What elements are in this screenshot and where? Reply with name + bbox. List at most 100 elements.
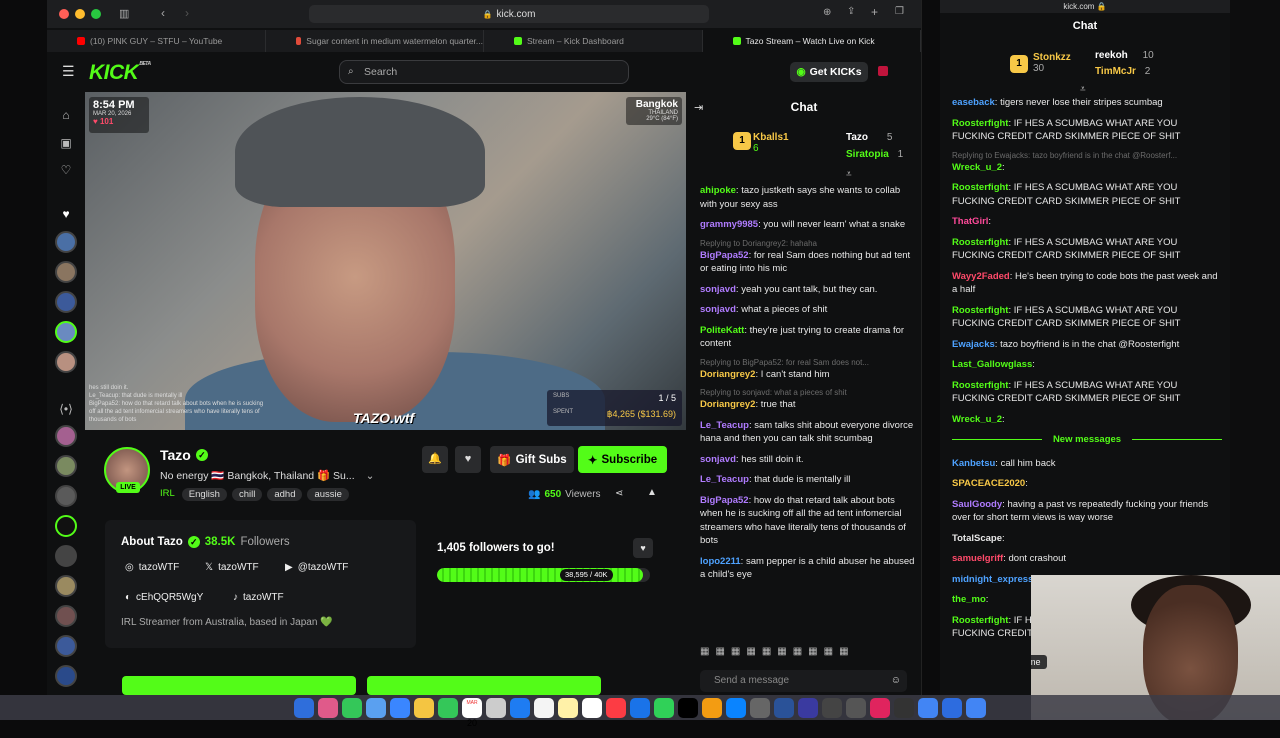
tab-kick-dashboard[interactable]: Stream – Kick Dashboard <box>484 30 703 52</box>
emote-icon[interactable]: ▦ <box>808 646 817 657</box>
chat-username[interactable]: Roosterfight <box>952 182 1008 193</box>
calendar-icon[interactable]: MAR 20 <box>462 697 482 728</box>
chat-username[interactable]: TotalScape <box>952 533 1002 544</box>
notification-bell-button[interactable]: 🔔 <box>422 446 448 473</box>
mail-icon[interactable] <box>366 697 386 718</box>
emote-icon[interactable]: ▦ <box>731 646 740 657</box>
followed-channel-avatar[interactable] <box>55 321 77 343</box>
followed-channel-avatar[interactable] <box>55 231 77 253</box>
recommended-channel-avatar[interactable] <box>55 575 77 597</box>
apple-tv-icon[interactable] <box>678 697 698 718</box>
kick-logo[interactable]: KICKBETA <box>89 61 151 85</box>
expand-leaderboard-icon[interactable]: ⩡ <box>1080 84 1086 95</box>
user-avatar[interactable] <box>878 66 888 76</box>
app-icon[interactable] <box>798 697 818 718</box>
tag-chip[interactable]: adhd <box>267 488 303 501</box>
freeform-icon[interactable] <box>582 697 602 718</box>
chat-username[interactable]: Doriangrey2 <box>700 369 755 380</box>
photos-icon[interactable] <box>414 697 434 718</box>
help-icon[interactable] <box>846 697 866 718</box>
chat-username[interactable]: Ewajacks <box>952 339 995 350</box>
chat-username[interactable]: Doriangrey2 <box>700 399 755 410</box>
close-window-button[interactable] <box>59 9 69 19</box>
tab-tazo-stream[interactable]: Tazo Stream – Watch Live on Kick <box>702 30 921 52</box>
emote-icon[interactable]: ▦ <box>777 646 786 657</box>
chat-username[interactable]: Roosterfight <box>952 615 1008 626</box>
video-player[interactable]: 8:54 PM MAR 20, 2026 ♥ 101 Bangkok THAIL… <box>85 92 686 430</box>
follow-heart-button[interactable]: ♥ <box>455 446 481 473</box>
zoom-window-button[interactable] <box>91 9 101 19</box>
address-bar[interactable]: 🔒 kick.com <box>309 5 709 23</box>
davinci-icon[interactable] <box>774 697 794 718</box>
emote-icon[interactable]: ▦ <box>793 646 802 657</box>
tiktok-link[interactable]: ♪ tazoWTF <box>233 592 284 603</box>
app-store-icon[interactable] <box>390 697 410 718</box>
download-icon[interactable]: ⊕ <box>823 7 831 18</box>
finder-icon[interactable] <box>294 697 314 718</box>
tab-overview-icon[interactable]: ❐ <box>895 6 904 17</box>
chat-username[interactable]: Roosterfight <box>952 237 1008 248</box>
chat-username[interactable]: easeback <box>952 97 995 108</box>
chat-username[interactable]: BigPapa52 <box>700 495 749 506</box>
pages-icon[interactable] <box>702 697 722 718</box>
app-icon[interactable] <box>822 697 842 718</box>
chat-username[interactable]: Wreck_u_2 <box>952 414 1002 425</box>
chrome-icon[interactable] <box>966 697 986 718</box>
tab-youtube[interactable]: (10) PINK GUY – STFU – YouTube <box>47 30 266 52</box>
streamer-name[interactable]: Tazo <box>160 447 191 463</box>
chat-username[interactable]: SPACEACE2020 <box>952 478 1025 489</box>
new-tab-icon[interactable]: + <box>871 5 878 19</box>
tag-chip[interactable]: aussie <box>307 488 349 501</box>
meld-icon[interactable] <box>942 697 962 718</box>
chat-username[interactable]: SaulGoody <box>952 499 1002 510</box>
panel-banner[interactable] <box>122 676 356 695</box>
safari-icon[interactable] <box>510 697 530 718</box>
notes-icon[interactable] <box>558 697 578 718</box>
recommended-channel-avatar[interactable] <box>55 545 77 567</box>
emote-icon[interactable]: ▦ <box>824 646 833 657</box>
followed-channel-avatar[interactable] <box>55 291 77 313</box>
sidebar-toggle-icon[interactable]: ▥ <box>119 7 129 20</box>
home-icon[interactable]: ⌂ <box>58 107 74 123</box>
expand-leaderboard-icon[interactable]: ⩡ <box>846 169 852 180</box>
share-icon[interactable]: ⋖ <box>615 488 623 499</box>
chat-username[interactable]: samuelgriff <box>952 553 1003 564</box>
launchpad-icon[interactable] <box>318 697 338 718</box>
x-link[interactable]: 𝕏tazoWTF <box>205 562 259 573</box>
chat-username[interactable]: Le_Teacup <box>700 420 749 431</box>
youtube-link[interactable]: ▶ @tazoWTF <box>285 562 348 573</box>
followed-channel-avatar[interactable] <box>55 351 77 373</box>
app-icon[interactable] <box>870 697 890 718</box>
recommended-channel-avatar[interactable] <box>55 515 77 537</box>
forward-arrow-icon[interactable]: › <box>185 6 189 20</box>
menu-icon[interactable]: ☰ <box>62 63 75 80</box>
browse-icon[interactable]: ▣ <box>58 135 74 151</box>
chat-username[interactable]: sonjavd <box>700 304 736 315</box>
share-icon[interactable]: ⇪ <box>847 6 855 17</box>
chevron-down-icon[interactable]: ⌄ <box>366 470 375 482</box>
chat-username[interactable]: Roosterfight <box>952 118 1008 129</box>
chat-username[interactable]: PoliteKatt <box>700 325 744 336</box>
recommended-channel-avatar[interactable] <box>55 665 77 687</box>
chat-username[interactable]: BigPapa52 <box>700 250 749 261</box>
emote-icon[interactable]: ▦ <box>762 646 771 657</box>
emote-icon[interactable]: ▦ <box>746 646 755 657</box>
subscribe-button[interactable]: ✦ Subscribe <box>578 446 667 473</box>
followed-channel-avatar[interactable] <box>55 261 77 283</box>
chat-username[interactable]: Wayy2Faded <box>952 271 1010 282</box>
numbers-icon[interactable] <box>654 697 674 718</box>
report-warning-icon[interactable]: ▲ <box>647 487 657 498</box>
emote-icon[interactable]: ▦ <box>715 646 724 657</box>
keynote-icon[interactable] <box>630 697 650 718</box>
chat-username[interactable]: Last_Gallowglass <box>952 359 1032 370</box>
recommended-channel-avatar[interactable] <box>55 485 77 507</box>
terminal-icon[interactable] <box>894 697 914 718</box>
discord-link[interactable]: ◐ cEhQQR5WgY <box>125 592 203 603</box>
chat-username[interactable]: Roosterfight <box>952 305 1008 316</box>
music-icon[interactable] <box>606 697 626 718</box>
emote-icon[interactable]: ▦ <box>839 646 848 657</box>
emoji-picker-icon[interactable]: ☺ <box>891 670 901 692</box>
chat-message-input[interactable]: Send a message ☺ <box>700 670 907 692</box>
recommended-channel-avatar[interactable] <box>55 635 77 657</box>
chat-username[interactable]: Le_Teacup <box>700 474 749 485</box>
